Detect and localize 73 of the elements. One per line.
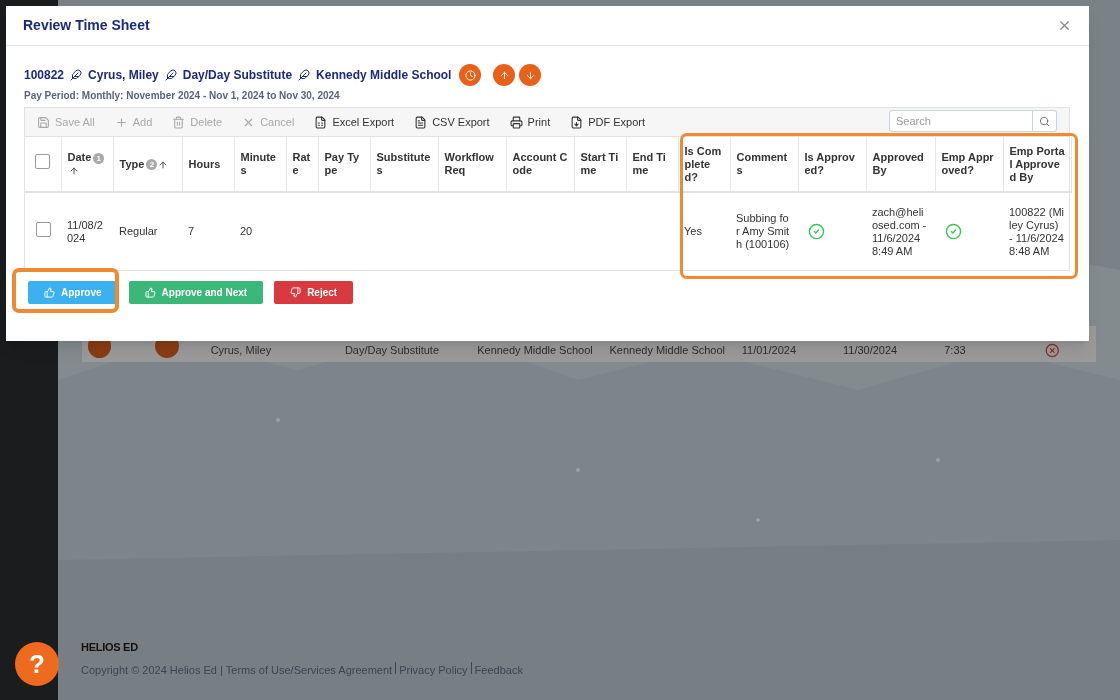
table-cell: 20 [240, 225, 253, 237]
column-header[interactable]: Emp Approved? [935, 137, 1003, 192]
column-header[interactable]: Workflow Req [438, 137, 506, 192]
table-cell-text: Day/Day Substitute [344, 342, 441, 358]
column-header[interactable]: Substitutes [370, 137, 438, 192]
table-cell-text: 7:33 [944, 342, 967, 358]
table-cell: 100822 (Miley Cyrus) - 11/6/2024 8:48 AM [1009, 205, 1065, 257]
sort-ascending-icon [158, 159, 169, 170]
document-icon [414, 115, 428, 129]
table-cell: zach@heliosed.com - 11/6/2024 8:49 AM [872, 205, 927, 257]
column-header[interactable]: Start Time [574, 137, 626, 192]
column-header[interactable]: Minutes [234, 137, 286, 192]
search-icon [1039, 115, 1050, 127]
table-cell-text: Kennedy Middle School [609, 342, 727, 358]
plus-icon [114, 115, 128, 129]
column-header[interactable]: Is Completed? [678, 137, 730, 192]
feather-icon [298, 69, 311, 81]
column-header[interactable]: Date 1 [61, 137, 113, 192]
print-icon [509, 115, 523, 129]
table-cell: Subbing for Amy Smith (100106) [736, 212, 790, 250]
toolbar-button[interactable]: Print [509, 113, 551, 131]
column-header[interactable]: Approved By [866, 137, 935, 192]
table-cell: Yes [684, 225, 702, 237]
action-button[interactable]: Reject [274, 281, 354, 304]
document-download-icon [570, 115, 584, 129]
search-button[interactable] [1033, 110, 1057, 132]
employee-name: Cyrus, Miley [88, 67, 159, 84]
history-button[interactable] [459, 64, 482, 86]
toolbar-button[interactable]: Excel Export [314, 113, 395, 131]
toolbar-button[interactable]: CSV Export [414, 113, 490, 131]
table-cell-text: Kennedy Middle School [477, 342, 594, 358]
thumbs-down-icon [290, 287, 302, 298]
dialog-title: Review Time Sheet [23, 16, 150, 35]
employee-id: 100822 [24, 67, 65, 84]
feather-icon [70, 69, 83, 81]
remove-icon [1045, 343, 1060, 358]
column-header[interactable]: Is Approved? [798, 137, 866, 192]
footer-brand: HELIOS ED [81, 640, 139, 655]
table-cell: Regular [119, 225, 158, 237]
table-cell-text: 11/30/2024 [843, 342, 899, 358]
table-cell-text: 11/01/2024 [741, 342, 797, 358]
column-header[interactable]: Pay Type [318, 137, 370, 192]
clock-icon [464, 69, 476, 81]
column-header[interactable]: End Time [626, 137, 678, 192]
column-header[interactable]: Emp Portal Approved By [1003, 137, 1071, 192]
table-cell: 11/08/2024 [67, 218, 103, 244]
pay-period-text: Pay Period: Monthly: November 2024 - Nov 1, 2024 to Nov 30, 2024 [24, 89, 341, 103]
table-cell-text: Cyrus, Miley [210, 342, 273, 358]
column-header[interactable]: Account Code [506, 137, 574, 192]
save-icon [37, 115, 50, 129]
column-header[interactable]: Hours [182, 137, 234, 192]
spreadsheet-icon [314, 115, 328, 129]
thumbs-up-icon [144, 287, 156, 298]
employee-position: Day/Day Substitute [182, 67, 293, 84]
checkbox[interactable] [35, 154, 51, 170]
table-cell: 7 [188, 225, 195, 237]
column-header[interactable]: Comments [730, 137, 798, 192]
arrow-down-icon [524, 69, 536, 81]
thumbs-up-icon [44, 287, 55, 298]
toolbar-button[interactable]: PDF Export [570, 113, 646, 131]
close-button[interactable] [1057, 18, 1072, 33]
search-field[interactable]: Search [889, 110, 1033, 132]
trash-icon [172, 115, 186, 129]
employee-location: Kennedy Middle School [316, 67, 452, 84]
column-header[interactable]: Type 2 [113, 137, 182, 192]
previous-button[interactable] [493, 64, 516, 86]
checkbox[interactable] [35, 221, 51, 237]
column-header[interactable]: Rate [286, 137, 318, 192]
sort-ascending-icon [68, 166, 79, 177]
arrow-up-icon [498, 69, 510, 81]
next-button[interactable] [519, 64, 542, 86]
feather-icon [164, 69, 177, 81]
copyright-text: Copyright © 2024 Helios Ed | [81, 662, 223, 678]
